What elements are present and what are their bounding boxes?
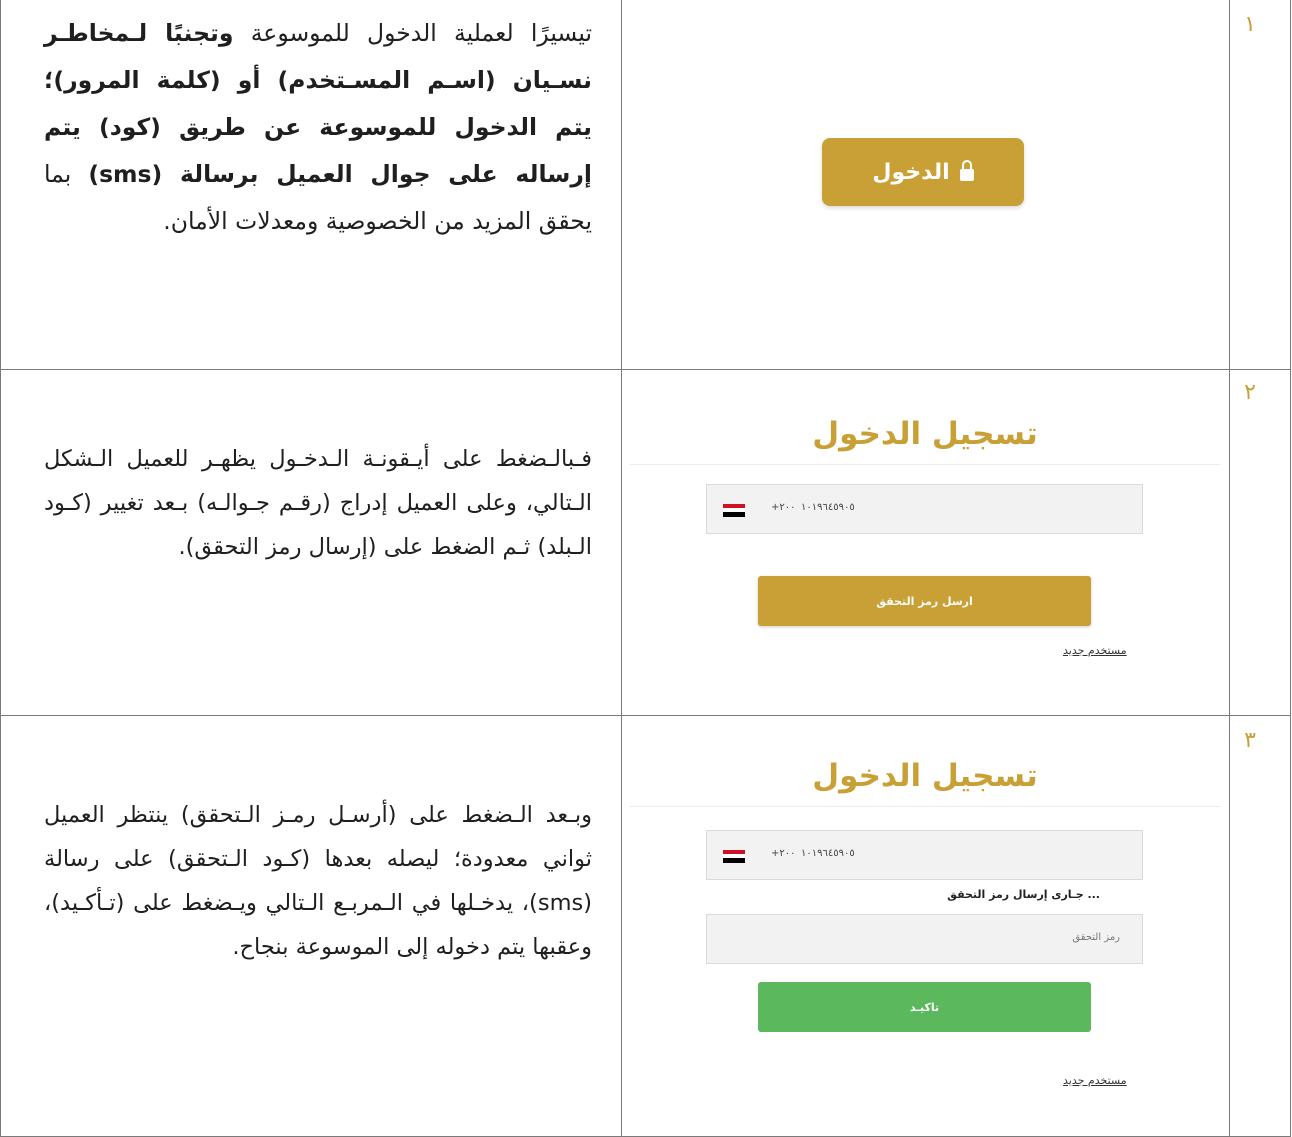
phone-number: ١٠١٩٦٤٥٩٠٥ bbox=[801, 502, 855, 513]
egypt-flag-icon[interactable] bbox=[723, 504, 745, 517]
table-border-left bbox=[0, 0, 1, 1137]
row-divider-2 bbox=[0, 715, 1291, 716]
description-regular: تيسيرًا لعملية الدخول للموسوعة bbox=[233, 19, 593, 47]
card-title: تسجيل الدخول bbox=[812, 416, 1038, 452]
login-button[interactable]: الدخول bbox=[822, 138, 1024, 206]
row-number: ٢ bbox=[1244, 380, 1256, 405]
card-separator bbox=[630, 806, 1220, 807]
phone-input[interactable]: +٢٠٠ ١٠١٩٦٤٥٩٠٥ bbox=[706, 484, 1143, 534]
row-number: ١ bbox=[1244, 12, 1256, 37]
description-text: تيسيرًا لعملية الدخول للموسوعة وتجنبًا ل… bbox=[44, 10, 592, 245]
card-title: تسجيل الدخول bbox=[812, 758, 1038, 794]
row-description: فـبالـضغط على أيـقونـة الـدخـول يظهـر لل… bbox=[44, 446, 592, 560]
phone-number: ١٠١٩٦٤٥٩٠٥ bbox=[801, 848, 855, 859]
table-divider-text bbox=[621, 0, 622, 1137]
new-user-link[interactable]: مستخدم جديد bbox=[1063, 1074, 1127, 1087]
row-description: تيسيرًا لعملية الدخول للموسوعة وتجنبًا ل… bbox=[44, 10, 592, 245]
row-description: وبـعد الـضغط على (أرسـل رمـز الـتحقق) ين… bbox=[44, 802, 592, 960]
send-code-button[interactable]: ارسل رمز التحقق bbox=[758, 576, 1091, 626]
card-separator bbox=[630, 464, 1220, 465]
otp-placeholder: رمز التحقق bbox=[1072, 932, 1120, 943]
phone-input[interactable]: +٢٠٠ ١٠١٩٦٤٥٩٠٥ bbox=[706, 830, 1143, 880]
table-divider-number bbox=[1229, 0, 1230, 1137]
table-border-right bbox=[1290, 0, 1291, 1137]
sending-status: ... جـارى إرسال رمز التحقق bbox=[947, 888, 1100, 901]
lock-icon bbox=[959, 160, 974, 181]
row-number: ٣ bbox=[1244, 728, 1256, 753]
confirm-button[interactable]: تاكيـد bbox=[758, 982, 1091, 1032]
new-user-link[interactable]: مستخدم جديد bbox=[1063, 644, 1127, 657]
country-code[interactable]: +٢٠٠ bbox=[771, 502, 796, 513]
otp-input[interactable]: رمز التحقق bbox=[706, 914, 1143, 964]
login-button-label: الدخول bbox=[872, 159, 950, 185]
country-code[interactable]: +٢٠٠ bbox=[771, 848, 796, 859]
row-divider-1 bbox=[0, 369, 1291, 370]
egypt-flag-icon[interactable] bbox=[723, 850, 745, 863]
